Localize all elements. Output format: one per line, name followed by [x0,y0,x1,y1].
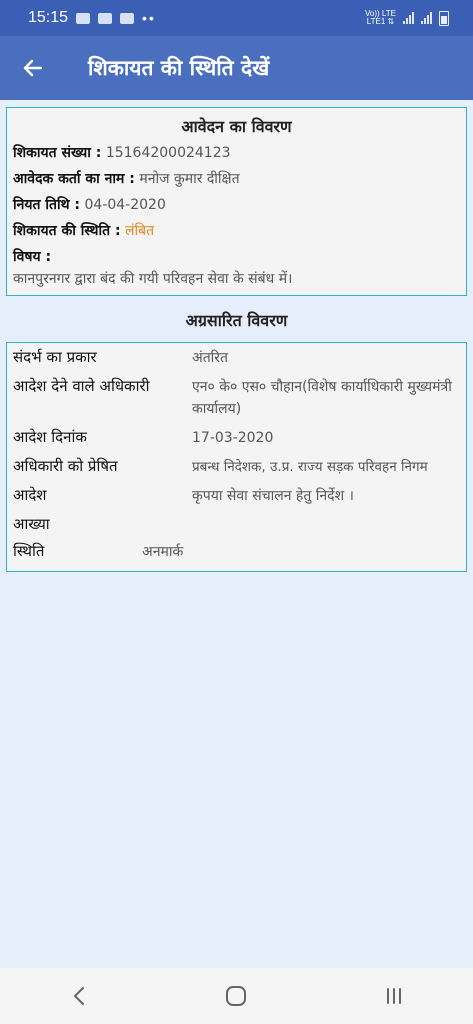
due-date-row: नियत तिथि : 04-04-2020 [13,195,460,214]
page-title: शिकायत की स्थिति देखें [88,56,270,80]
clock: 15:15 [28,9,69,26]
reference-type-label: संदर्भ का प्रकार [13,348,97,366]
app-bar: शिकायत की स्थिति देखें [0,36,473,100]
complaint-number-row: शिकायत संख्या : 15164200024123 [13,143,460,162]
signal-icon-2 [421,12,432,24]
complaint-status-label: शिकायत की स्थिति : [13,223,121,239]
complaint-number-value: 15164200024123 [105,145,231,161]
battery-icon [439,10,449,26]
status-value: अनमार्क [142,544,184,560]
complaint-number-label: शिकायत संख्या : [13,145,102,161]
gallery-icon [76,12,91,24]
report-label: आख्या [13,515,50,533]
subject-label: विषय : [13,249,52,265]
applicant-name-label: आवेदक कर्ता का नाम : [13,171,135,187]
application-details-heading: आवेदन का विवरण [181,117,292,136]
application-details-card: आवेदन का विवरण शिकायत संख्या : 151642000… [6,107,467,296]
applicant-name-value: मनोज कुमार दीक्षित [139,171,240,187]
home-square-icon [226,986,247,1006]
order-row: आदेश कृपया सेवा संचालन हेतु निर्देश । [13,485,460,507]
order-date-value: 17-03-2020 [192,430,274,446]
reference-type-value: अंतरित [192,350,229,366]
complaint-status-value: लंबित [125,223,155,239]
due-date-value: 04-04-2020 [84,197,166,213]
due-date-label: नियत तिथि : [13,197,81,213]
chevron-left-icon [73,987,84,1005]
forwarded-details-heading: अग्रसारित विवरण [185,311,288,330]
sent-to-officer-value: प्रबन्ध निदेशक, उ.प्र. राज्य सड़क परिवहन… [192,459,428,475]
ordering-officer-label: आदेश देने वाले अधिकारी [13,377,150,395]
reference-type-row: संदर्भ का प्रकार अंतरित [13,347,460,369]
recents-bars-icon [387,988,402,1004]
order-value: कृपया सेवा संचालन हेतु निर्देश । [192,488,354,504]
nav-recents-button[interactable] [364,976,424,1016]
subject-row: विषय : [13,247,460,266]
photo-app-icon [98,12,113,24]
nav-home-button[interactable] [206,976,266,1016]
subject-value: कानपुरनगर द्वारा बंद की गयी परिवहन सेवा … [13,271,293,287]
back-button[interactable] [0,36,64,100]
applicant-name-row: आवेदक कर्ता का नाम : मनोज कुमार दीक्षित [13,169,460,188]
order-date-label: आदेश दिनांक [13,428,87,446]
order-date-row: आदेश दिनांक 17-03-2020 [13,427,460,449]
navigation-bar [0,968,473,1024]
network-indicator: Vo)) LTE LTE1 ⇅ [365,10,396,26]
report-row: आख्या [13,514,460,534]
lte-label: LTE1 ⇅ [366,17,395,26]
complaint-status-row: शिकायत की स्थिति : लंबित [13,221,460,240]
ordering-officer-value: एन० के० एस० चौहान(विशेष कार्याधिकारी मुख… [192,379,452,417]
nav-back-button[interactable] [49,976,109,1016]
sent-to-officer-label: अधिकारी को प्रेषित [13,457,118,475]
order-label: आदेश [13,486,47,504]
more-notifications-icon: •• [142,10,156,26]
status-bar: 15:15 •• Vo)) LTE LTE1 ⇅ [0,0,473,36]
sent-to-officer-row: अधिकारी को प्रेषित प्रबन्ध निदेशक, उ.प्र… [13,456,460,478]
status-row: स्थिति अनमार्क [13,541,460,563]
arrow-left-icon [23,59,42,77]
forwarded-details-card: संदर्भ का प्रकार अंतरित आदेश देने वाले अ… [6,342,467,572]
notification-icon [120,12,135,24]
ordering-officer-row: आदेश देने वाले अधिकारी एन० के० एस० चौहान… [13,376,460,420]
signal-icon [403,12,414,24]
